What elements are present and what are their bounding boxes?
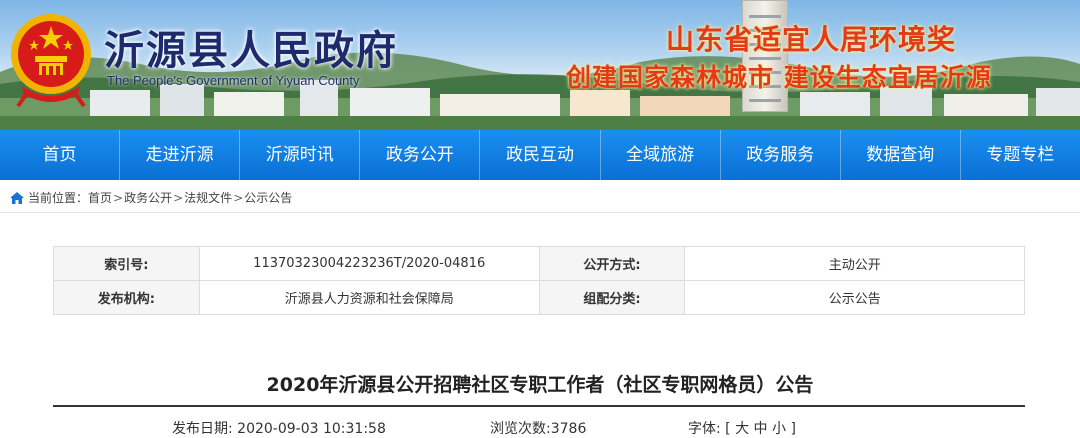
font-bracket-open: [	[725, 421, 731, 437]
document-info-table: 索引号: 11370323004223236T/2020-04816 公开方式:…	[53, 246, 1025, 315]
site-title: 沂源县人民政府	[104, 28, 398, 73]
method-value: 主动公开	[684, 246, 1025, 281]
site-subtitle: The People's Government of Yiyuan County	[107, 73, 360, 88]
font-small-button[interactable]: 小	[772, 421, 786, 437]
nav-item-special-topics[interactable]: 专题专栏	[961, 130, 1080, 180]
breadcrumb-home[interactable]: 首页	[88, 189, 112, 206]
font-size-label: 字体:	[688, 421, 721, 437]
view-count-value: 3786	[550, 421, 587, 437]
nav-item-tourism[interactable]: 全域旅游	[601, 130, 721, 180]
nav-item-about[interactable]: 走进沂源	[120, 130, 241, 180]
home-icon	[10, 191, 24, 204]
index-value: 11370323004223236T/2020-04816	[198, 246, 540, 281]
breadcrumb-gov-affairs[interactable]: 政务公开	[124, 189, 172, 206]
divider	[0, 212, 1080, 213]
publish-date-value: 2020-09-03 10:31:58	[237, 421, 386, 437]
index-label: 索引号:	[53, 246, 200, 281]
breadcrumb-separator: >	[113, 190, 124, 205]
breadcrumb: 当前位置： 首页 > 政务公开 > 法规文件 > 公示公告	[10, 189, 292, 206]
publish-date-label: 发布日期:	[172, 421, 233, 437]
font-medium-button[interactable]: 中	[754, 421, 768, 437]
font-large-button[interactable]: 大	[735, 421, 749, 437]
category-label: 组配分类:	[538, 280, 686, 315]
view-count: 浏览次数:3786	[490, 418, 586, 438]
breadcrumb-separator: >	[173, 190, 184, 205]
breadcrumb-announcements[interactable]: 公示公告	[244, 189, 292, 206]
breadcrumb-prefix: 当前位置：	[28, 191, 89, 205]
title-divider	[53, 405, 1025, 407]
nav-item-gov-affairs[interactable]: 政务公开	[360, 130, 481, 180]
nav-item-news[interactable]: 沂源时讯	[240, 130, 361, 180]
nav-item-data-query[interactable]: 数据查询	[841, 130, 961, 180]
slogan-line-2: 创建国家森林城市 建设生态宜居沂源	[566, 63, 992, 92]
method-label: 公开方式:	[538, 246, 686, 281]
table-row: 索引号: 11370323004223236T/2020-04816 公开方式:…	[53, 246, 1025, 281]
site-banner: 沂源县人民政府 The People's Government of Yiyua…	[0, 0, 1080, 130]
publish-date: 发布日期: 2020-09-03 10:31:58	[172, 418, 386, 438]
table-row: 发布机构: 沂源县人力资源和社会保障局 组配分类: 公示公告	[53, 280, 1025, 315]
nav-item-services[interactable]: 政务服务	[721, 130, 841, 180]
nav-item-interaction[interactable]: 政民互动	[480, 130, 601, 180]
main-nav: 首页 走进沂源 沂源时讯 政务公开 政民互动 全域旅游 政务服务 数据查询 专题…	[0, 130, 1080, 180]
font-size-control: 字体: [ 大 中 小 ]	[688, 418, 796, 438]
view-count-label: 浏览次数:	[490, 421, 551, 437]
nav-item-home[interactable]: 首页	[0, 130, 121, 180]
article-title: 2020年沂源县公开招聘社区专职工作者（社区专职网格员）公告	[266, 374, 814, 396]
breadcrumb-separator: >	[233, 190, 244, 205]
publisher-value: 沂源县人力资源和社会保障局	[198, 280, 540, 315]
national-emblem-icon	[11, 14, 91, 108]
publisher-label: 发布机构:	[53, 280, 200, 315]
font-bracket-close: ]	[790, 421, 796, 437]
breadcrumb-regulations[interactable]: 法规文件	[184, 189, 232, 206]
category-value: 公示公告	[684, 280, 1025, 315]
slogan-line-1: 山东省适宜人居环境奖	[666, 23, 957, 56]
